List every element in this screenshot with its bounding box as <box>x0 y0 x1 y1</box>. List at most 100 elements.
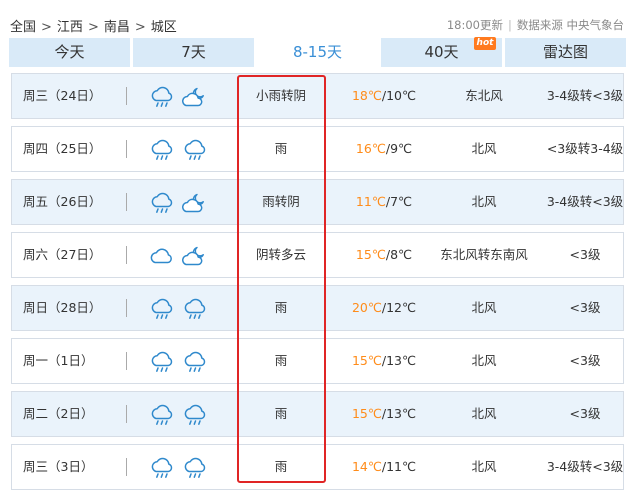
wind-level: <3级转3-4级 <box>546 141 624 156</box>
weather-description: 雨 <box>274 459 288 474</box>
rain-cloud-icon <box>151 404 173 425</box>
cloud-icon <box>150 248 172 264</box>
row-divider <box>126 458 127 476</box>
weather-description: 小雨转阴 <box>255 88 306 103</box>
high-temperature: 20℃ <box>351 300 382 315</box>
low-temperature: /9℃ <box>385 141 413 156</box>
update-time: 18:00更新 <box>446 18 503 32</box>
forecast-date: 周五（26日） <box>23 194 102 209</box>
weather-description: 阴转多云 <box>255 247 306 262</box>
low-temperature: /11℃ <box>381 459 417 474</box>
wind-direction: 东北风转东南风 <box>440 247 528 262</box>
top-bar: 全国 > 江西 > 南昌 > 城区 18:00更新 | 数据来源 中央气象台 <box>0 0 636 38</box>
wind-direction: 北风 <box>471 459 497 474</box>
temperature-range: 14℃/11℃ <box>334 445 434 489</box>
wind-level: 3-4级转<3级 <box>546 194 624 209</box>
high-temperature: 15℃ <box>355 247 386 262</box>
row-divider <box>126 140 127 158</box>
tab-today[interactable]: 今天 <box>9 38 130 67</box>
breadcrumb-separator: > <box>87 20 99 35</box>
weather-description: 雨转阴 <box>262 194 300 209</box>
tab-7-days[interactable]: 7天 <box>133 38 254 67</box>
wind-direction: 北风 <box>471 353 497 368</box>
rain-cloud-icon <box>184 139 206 160</box>
rain-cloud-icon <box>151 192 173 213</box>
high-temperature: 16℃ <box>355 141 386 156</box>
forecast-date: 周日（28日） <box>23 300 102 315</box>
row-divider <box>126 87 127 105</box>
rain-cloud-icon <box>151 298 173 319</box>
rain-cloud-icon <box>151 139 173 160</box>
high-temperature: 14℃ <box>351 459 382 474</box>
tab-40-days-label: 40天 <box>424 43 459 61</box>
forecast-date: 周一（1日） <box>23 353 94 368</box>
breadcrumb-separator: > <box>41 20 52 35</box>
wind-level: 3-4级转<3级 <box>546 459 624 474</box>
forecast-row: 周五（26日） 雨转阴 11℃/7℃ 北风 3-4级转<3级 <box>11 179 624 225</box>
wind-level: <3级 <box>569 300 601 315</box>
temperature-range: 15℃/8℃ <box>334 233 434 277</box>
low-temperature: /7℃ <box>385 194 413 209</box>
forecast-row: 周四（25日） 雨 16℃/9℃ 北风 <3级转3-4级 <box>11 126 624 172</box>
wind-direction: 东北风 <box>465 88 503 103</box>
row-divider <box>126 405 127 423</box>
wind-level: <3级 <box>569 247 601 262</box>
temperature-range: 15℃/13℃ <box>334 392 434 436</box>
tab-radar[interactable]: 雷达图 <box>505 38 626 67</box>
forecast-date: 周六（27日） <box>23 247 102 262</box>
breadcrumb: 全国 > 江西 > 南昌 > 城区 <box>10 16 177 35</box>
wind-direction: 北风 <box>471 194 497 209</box>
data-source: 数据来源 中央气象台 <box>516 18 624 32</box>
low-temperature: /13℃ <box>381 353 417 368</box>
forecast-date: 周二（2日） <box>23 406 94 421</box>
hot-badge: hot <box>474 37 496 50</box>
weather-description: 雨 <box>274 300 288 315</box>
high-temperature: 15℃ <box>351 353 382 368</box>
breadcrumb-country[interactable]: 全国 <box>10 16 36 35</box>
rain-cloud-icon <box>184 457 206 478</box>
breadcrumb-city[interactable]: 南昌 <box>104 16 130 35</box>
wind-level: <3级 <box>569 353 601 368</box>
forecast-row: 周三（24日） 小雨转阴 18℃/10℃ 东北风 3-4级转<3级 <box>11 73 624 119</box>
rain-cloud-icon <box>184 351 206 372</box>
cloudy-night-icon <box>182 193 204 213</box>
rain-cloud-icon <box>184 298 206 319</box>
forecast-row: 周三（3日） 雨 14℃/11℃ 北风 3-4级转<3级 <box>11 444 624 490</box>
forecast-date: 周三（3日） <box>23 459 94 474</box>
row-divider <box>126 193 127 211</box>
low-temperature: /12℃ <box>381 300 417 315</box>
temperature-range: 18℃/10℃ <box>334 74 434 118</box>
forecast-row: 周日（28日） 雨 20℃/12℃ 北风 <3级 <box>11 285 624 331</box>
high-temperature: 11℃ <box>355 194 386 209</box>
temperature-range: 16℃/9℃ <box>334 127 434 171</box>
forecast-row: 周一（1日） 雨 15℃/13℃ 北风 <3级 <box>11 338 624 384</box>
row-divider <box>126 299 127 317</box>
high-temperature: 15℃ <box>351 406 382 421</box>
temperature-range: 20℃/12℃ <box>334 286 434 330</box>
wind-level: <3级 <box>569 406 601 421</box>
row-divider <box>126 246 127 264</box>
high-temperature: 18℃ <box>351 88 382 103</box>
tab-40-days[interactable]: 40天 hot <box>381 37 502 67</box>
tab-8-15-days[interactable]: 8-15天 <box>257 38 378 67</box>
weather-description: 雨 <box>274 141 288 156</box>
forecast-tabs: 今天 7天 8-15天 40天 hot 雷达图 <box>9 37 626 67</box>
weather-description: 雨 <box>274 406 288 421</box>
update-info: 18:00更新 | 数据来源 中央气象台 <box>447 17 624 33</box>
rain-cloud-icon <box>151 351 173 372</box>
wind-direction: 北风 <box>471 300 497 315</box>
wind-direction: 北风 <box>471 141 497 156</box>
low-temperature: /13℃ <box>381 406 417 421</box>
low-temperature: /10℃ <box>381 88 417 103</box>
rain-cloud-icon <box>151 86 173 107</box>
forecast-row: 周二（2日） 雨 15℃/13℃ 北风 <3级 <box>11 391 624 437</box>
breadcrumb-separator: > <box>134 20 146 35</box>
rain-cloud-icon <box>151 457 173 478</box>
cloudy-night-icon <box>182 87 204 107</box>
low-temperature: /8℃ <box>385 247 413 262</box>
weather-description: 雨 <box>274 353 288 368</box>
row-divider <box>126 352 127 370</box>
rain-cloud-icon <box>184 404 206 425</box>
forecast-date: 周四（25日） <box>23 141 102 156</box>
breadcrumb-province[interactable]: 江西 <box>57 16 83 35</box>
